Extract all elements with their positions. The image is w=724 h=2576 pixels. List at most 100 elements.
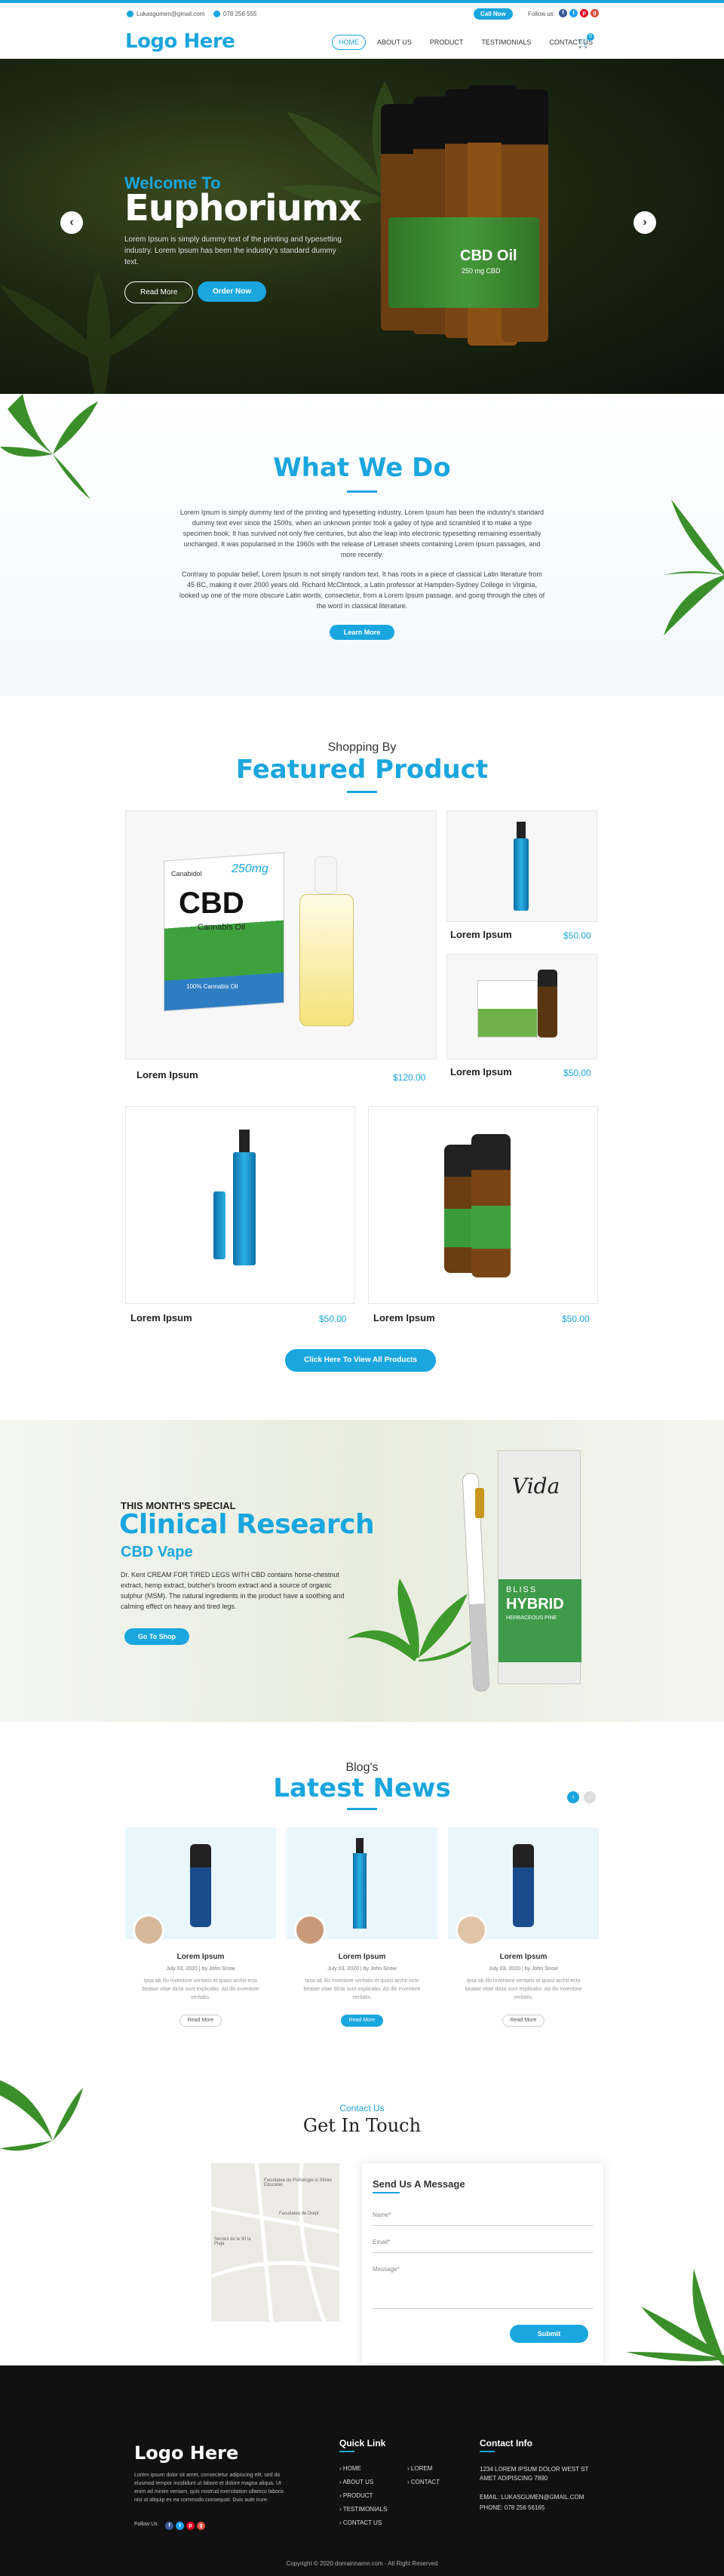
- footer-link-label: CONTACT: [410, 2479, 440, 2485]
- message-field[interactable]: Message*: [373, 2266, 400, 2273]
- name-field[interactable]: Name*: [373, 2212, 391, 2218]
- footer-link-lorem[interactable]: › LOREM: [407, 2465, 432, 2472]
- site-footer: Logo Here Lorem ipsum dolor sit amet, co…: [0, 2365, 724, 2576]
- twitter-icon[interactable]: t: [176, 2522, 184, 2531]
- news-title-text: Lorem Ipsum: [338, 1953, 386, 1961]
- news-card[interactable]: Lorem Ipsum July 03, 2020 | by John Snow…: [125, 1827, 276, 2046]
- topbar-email[interactable]: Lukasgumen@gmail.com: [127, 11, 205, 18]
- hero-prev-arrow-icon[interactable]: ‹: [60, 211, 83, 234]
- view-all-products-button[interactable]: Click Here To View All Products: [285, 1349, 436, 1372]
- site-logo[interactable]: Logo Here: [125, 30, 235, 53]
- hero-banner: Welcome To Euphoriumx Lorem Ipsum is sim…: [0, 59, 724, 394]
- clinical-research-section: THIS MONTH'S SPECIAL Clinical Research C…: [0, 1420, 724, 1722]
- product-card[interactable]: Lorem Ipsum $50.00: [125, 1106, 355, 1324]
- hero-next-arrow-icon[interactable]: ›: [634, 211, 656, 234]
- box-green-band: BLISS HYBRID HERBACEOUS PINE: [499, 1579, 581, 1662]
- product-name: Lorem Ipsum: [450, 929, 512, 940]
- product-price: $50.00: [563, 930, 591, 941]
- clinical-text: Dr. Kent CREAM FOR TIRED LEGS WITH CBD c…: [121, 1571, 345, 1610]
- submit-button[interactable]: Submit: [510, 2325, 588, 2343]
- go-to-shop-button[interactable]: Go To Shop: [124, 1628, 189, 1645]
- title-underline: [347, 1808, 377, 1810]
- hero-brand-title: Euphoriumx: [124, 187, 362, 229]
- google-plus-icon[interactable]: g: [591, 9, 599, 17]
- featured-product-section: Shopping By Featured Product Canabidol 2…: [0, 696, 724, 1420]
- footer-email[interactable]: EMAIL: LUKASGUMEN@GMAIL.COM: [480, 2494, 584, 2501]
- product-card[interactable]: Lorem Ipsum $50.00: [446, 810, 597, 941]
- nav-home[interactable]: HOME: [332, 35, 366, 50]
- pack-line-1: BLISS: [506, 1585, 538, 1594]
- read-more-button[interactable]: Read More: [502, 2015, 545, 2027]
- nav-product[interactable]: PRODUCT: [423, 35, 471, 50]
- facebook-icon[interactable]: f: [559, 9, 567, 17]
- product-card[interactable]: Canabidol 250mg CBD Cannabis Oil 100% Ca…: [125, 810, 437, 1083]
- news-next-arrow-icon[interactable]: ›: [584, 1791, 596, 1803]
- footer-link-product[interactable]: › PRODUCT: [339, 2492, 373, 2499]
- contact-info-heading: Contact Info: [480, 2438, 532, 2448]
- cbd-oil-bottle-image: [471, 1134, 511, 1277]
- cart-icon[interactable]: 🛒 0: [578, 33, 594, 49]
- main-nav: HOME ABOUT US PRODUCT TESTIMONIALS CONTA…: [332, 35, 600, 50]
- author-avatar: [294, 1914, 326, 1946]
- author-avatar: [456, 1914, 487, 1946]
- read-more-button[interactable]: Read More: [179, 2015, 222, 2027]
- contact-title: Get In Touch: [302, 2115, 422, 2136]
- product-card[interactable]: Lorem Ipsum $50.00: [368, 1106, 598, 1324]
- news-meta: July 03, 2020 | by John Snow: [489, 1966, 558, 1972]
- blue-vape-image: [353, 1853, 367, 1929]
- footer-logo[interactable]: Logo Here: [134, 2442, 238, 2464]
- nav-about-us[interactable]: ABOUT US: [370, 35, 419, 50]
- learn-more-button[interactable]: Learn More: [330, 625, 394, 640]
- title-underline: [347, 791, 377, 793]
- featured-subtitle: Shopping By: [327, 741, 397, 754]
- news-card[interactable]: Lorem Ipsum July 03, 2020 | by John Snow…: [287, 1827, 437, 2046]
- footer-phone[interactable]: PHONE: 078 256 56165: [480, 2504, 545, 2511]
- pinterest-icon[interactable]: p: [186, 2522, 195, 2531]
- footer-link-contact-2[interactable]: › CONTACT: [407, 2479, 440, 2485]
- copyright-text: Copyright © 2020 domainname.com - All Ri…: [286, 2560, 438, 2567]
- pinterest-icon[interactable]: p: [580, 9, 588, 17]
- facebook-icon[interactable]: f: [165, 2522, 173, 2531]
- call-now-button[interactable]: Call Now: [474, 8, 513, 20]
- vape-tip: [517, 822, 526, 838]
- footer-link-contact[interactable]: › CONTACT US: [339, 2519, 382, 2526]
- location-map[interactable]: Facultatea de Psihologie si Stiinte Educ…: [211, 2163, 339, 2322]
- read-more-button[interactable]: Read More: [124, 281, 194, 303]
- email-field[interactable]: Email*: [373, 2239, 390, 2246]
- cart-count-badge: 0: [587, 33, 594, 41]
- news-title-text: Lorem Ipsum: [176, 1953, 225, 1961]
- news-prev-arrow-icon[interactable]: ‹: [567, 1791, 579, 1803]
- product-price: $50.00: [562, 1314, 590, 1324]
- hemp-leaves-icon: [347, 1578, 483, 1661]
- topbar-phone[interactable]: 078 256 555: [213, 11, 257, 18]
- topbar-email-text: Lukasgumen@gmail.com: [137, 11, 205, 17]
- what-we-do-paragraph-1: Lorem Ipsum is simply dummy text of the …: [179, 509, 545, 558]
- mail-icon: [127, 11, 133, 18]
- top-bar: Lukasgumen@gmail.com 078 256 555 Call No…: [0, 3, 724, 26]
- footer-link-label: PRODUCT: [342, 2492, 373, 2499]
- google-plus-icon[interactable]: g: [197, 2522, 205, 2531]
- order-now-button[interactable]: Order Now: [198, 281, 267, 302]
- hemp-leaf-icon: [664, 500, 724, 635]
- featured-title: Featured Product: [235, 755, 489, 785]
- email-field-line: [373, 2252, 593, 2253]
- vape-tip: [239, 1130, 250, 1152]
- news-excerpt: Ipsa ab illo inventore veritatis et quas…: [142, 1978, 259, 2000]
- read-more-button[interactable]: Read More: [341, 2015, 383, 2027]
- blue-vape-pen-image: [514, 838, 529, 911]
- contact-section: Contact Us Get In Touch Facultatea de Ps…: [0, 2073, 724, 2365]
- product-price: $50.00: [563, 1068, 591, 1078]
- box-cbd: CBD: [179, 887, 244, 920]
- box-top: Vida: [499, 1451, 581, 1534]
- news-card[interactable]: Lorem Ipsum July 03, 2020 | by John Snow…: [448, 1827, 599, 2046]
- footer-link-home[interactable]: › HOME: [339, 2465, 361, 2472]
- blue-vape-pen-image: [213, 1191, 225, 1259]
- dropper-cap: [314, 856, 337, 894]
- latest-news-section: Blog's Latest News ‹ › Lorem Ipsum July …: [0, 1722, 724, 2073]
- footer-link-testimonials[interactable]: › TESTIMONIALS: [339, 2506, 387, 2513]
- phone-icon: [213, 11, 220, 18]
- footer-link-about[interactable]: › ABOUT US: [339, 2479, 373, 2485]
- product-card[interactable]: Lorem Ipsum $50.00: [446, 954, 597, 1078]
- twitter-icon[interactable]: t: [569, 9, 578, 17]
- nav-testimonials[interactable]: TESTIMONIALS: [474, 35, 538, 50]
